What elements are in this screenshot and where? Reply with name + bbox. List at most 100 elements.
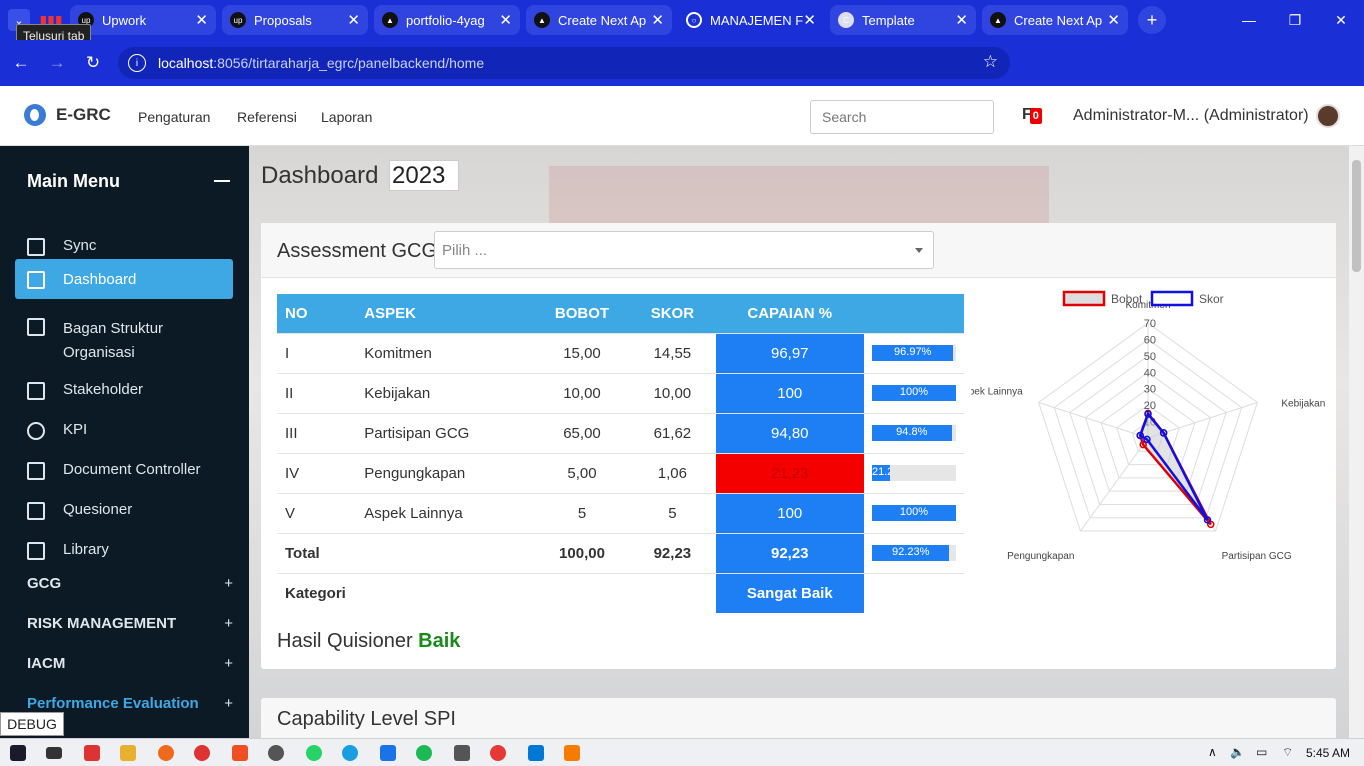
- close-icon[interactable]: ✕: [955, 11, 968, 29]
- page-scrollbar[interactable]: [1349, 146, 1364, 738]
- app-icon[interactable]: [380, 745, 396, 761]
- radar-category-label: Aspek Lainnya: [971, 386, 1023, 397]
- spotify-icon[interactable]: [416, 745, 432, 761]
- close-icon[interactable]: ✕: [651, 11, 664, 29]
- legend-label: Bobot: [1111, 292, 1143, 306]
- tab-favicon: ▲: [990, 12, 1006, 28]
- progress-bar: 96.97%: [871, 345, 956, 361]
- progress-fill: 21.23%: [871, 465, 890, 481]
- scrollbar-thumb[interactable]: [1352, 160, 1361, 272]
- collapse-icon[interactable]: [214, 180, 230, 182]
- year-input[interactable]: 2023: [389, 160, 459, 191]
- sidebar-item-quesioner[interactable]: Quesioner: [15, 493, 233, 528]
- sidebar-group-risk[interactable]: RISK MANAGEMENT +: [27, 615, 237, 632]
- battery-icon[interactable]: ▭: [1256, 745, 1267, 759]
- site-info-icon[interactable]: i: [128, 54, 146, 72]
- radar-category-label: Partisipan GCG: [1222, 551, 1292, 562]
- sidebar-item-bagan[interactable]: Bagan Struktur Organisasi: [15, 309, 233, 373]
- app-icon[interactable]: [454, 745, 470, 761]
- user-menu[interactable]: Administrator-M... (Administrator): [1073, 107, 1309, 125]
- legend-swatch: [1150, 290, 1194, 307]
- browser-tab-active[interactable]: ○ MANAJEMEN F ✕: [678, 5, 824, 35]
- bookmark-star-icon[interactable]: ☆: [983, 52, 998, 72]
- close-icon[interactable]: ✕: [195, 11, 208, 29]
- task-view-icon[interactable]: [46, 747, 62, 759]
- cell-skor: 61,62: [629, 412, 716, 453]
- table-header-row: NO ASPEK BOBOT SKOR CAPAIAN %: [277, 294, 964, 333]
- windows-start-icon[interactable]: [10, 745, 26, 761]
- browser-tab[interactable]: ▲ portfolio-4yag ✕: [374, 5, 520, 35]
- sidebar-item-label: Library: [63, 541, 109, 558]
- progress-cell: 21.23%: [863, 452, 964, 493]
- brave-icon[interactable]: [232, 745, 248, 761]
- new-tab-button[interactable]: +: [1138, 6, 1166, 34]
- edge-icon[interactable]: [342, 745, 358, 761]
- sidebar-item-label: Bagan Struktur Organisasi: [63, 320, 164, 361]
- tab-label: MANAJEMEN F: [710, 12, 804, 28]
- firefox-icon[interactable]: [158, 745, 174, 761]
- chrome-icon[interactable]: [490, 745, 506, 761]
- app-icon[interactable]: [268, 745, 284, 761]
- sidebar-group-performance[interactable]: Performance Evaluation +: [27, 695, 237, 712]
- file-explorer-icon[interactable]: [120, 745, 136, 761]
- minimize-icon[interactable]: —: [1226, 0, 1272, 40]
- cell-skor: 10,00: [629, 372, 716, 413]
- address-bar[interactable]: i localhost:8056/tirtaraharja_egrc/panel…: [118, 47, 1010, 79]
- forward-icon[interactable]: →: [42, 48, 72, 78]
- volume-icon[interactable]: 🔈: [1230, 745, 1245, 759]
- cell-aspek: Aspek Lainnya: [356, 492, 535, 533]
- sidebar-item-kpi[interactable]: KPI: [15, 413, 233, 448]
- table-row: III Partisipan GCG 65,00 61,62 94,80 94.8%: [277, 412, 964, 453]
- nav-menu-laporan[interactable]: Laporan: [321, 109, 372, 125]
- nav-menu-referensi[interactable]: Referensi: [237, 109, 297, 125]
- group-label: GCG: [27, 575, 62, 592]
- sidebar-item-document[interactable]: Document Controller: [15, 453, 233, 488]
- group-label: RISK MANAGEMENT: [27, 615, 177, 632]
- whatsapp-icon[interactable]: [306, 745, 322, 761]
- assessment-select[interactable]: Pilih ...: [434, 231, 934, 269]
- sidebar-item-stakeholder[interactable]: Stakeholder: [15, 373, 233, 408]
- search-input[interactable]: Search: [810, 100, 994, 134]
- col-header-bar: [863, 294, 964, 333]
- reload-icon[interactable]: ↻: [78, 48, 108, 78]
- cell-bobot: 65,00: [534, 412, 630, 453]
- vscode-icon[interactable]: [528, 745, 544, 761]
- cell-skor: 1,06: [629, 452, 716, 493]
- sidebar-item-library[interactable]: Library: [15, 533, 233, 568]
- col-header-no: NO: [277, 294, 357, 333]
- sidebar-item-label: Sync: [63, 237, 97, 254]
- close-icon[interactable]: ✕: [803, 11, 816, 29]
- notification-button[interactable]: F0: [1022, 106, 1042, 124]
- avatar[interactable]: [1316, 104, 1340, 128]
- restore-icon[interactable]: ❐: [1272, 0, 1318, 40]
- window-close-icon[interactable]: ✕: [1318, 0, 1364, 40]
- xampp-icon[interactable]: [564, 745, 580, 761]
- debug-button[interactable]: DEBUG: [0, 712, 64, 736]
- expand-icon: +: [224, 655, 233, 672]
- close-icon[interactable]: ✕: [499, 11, 512, 29]
- nav-menu-pengaturan[interactable]: Pengaturan: [138, 109, 210, 125]
- wifi-icon[interactable]: ⌔: [1282, 745, 1293, 760]
- browser-tab[interactable]: C Template ✕: [830, 5, 976, 35]
- back-icon[interactable]: ←: [6, 48, 36, 78]
- cell-skor: 14,55: [629, 332, 716, 373]
- browser-tab[interactable]: ▲ Create Next Ap ✕: [982, 5, 1128, 35]
- browser-tab[interactable]: up Upwork ✕: [70, 5, 216, 35]
- radar-spoke: [1080, 437, 1149, 532]
- cell-bobot: 5,00: [534, 452, 630, 493]
- chevron-up-icon[interactable]: ∧: [1208, 745, 1217, 759]
- sidebar-group-iacm[interactable]: IACM +: [27, 655, 237, 672]
- clock[interactable]: 5:45 AM: [1306, 746, 1350, 760]
- browser-tab-strip: ⌄ ▮▮▮ up Upwork ✕ up Proposals ✕ ▲ portfolio-…: [0, 0, 1364, 40]
- sidebar-group-gcg[interactable]: GCG +: [27, 575, 237, 592]
- browser-tab[interactable]: up Proposals ✕: [222, 5, 368, 35]
- app-icon[interactable]: [194, 745, 210, 761]
- sidebar-item-dashboard[interactable]: Dashboard: [15, 259, 233, 299]
- close-icon[interactable]: ✕: [1107, 11, 1120, 29]
- app-brand[interactable]: E-GRC: [24, 104, 111, 126]
- app-icon[interactable]: [84, 745, 100, 761]
- radar-spoke: [1038, 401, 1149, 439]
- cell-aspek: Kebijakan: [356, 372, 535, 413]
- close-icon[interactable]: ✕: [347, 11, 360, 29]
- browser-tab[interactable]: ▲ Create Next Ap ✕: [526, 5, 672, 35]
